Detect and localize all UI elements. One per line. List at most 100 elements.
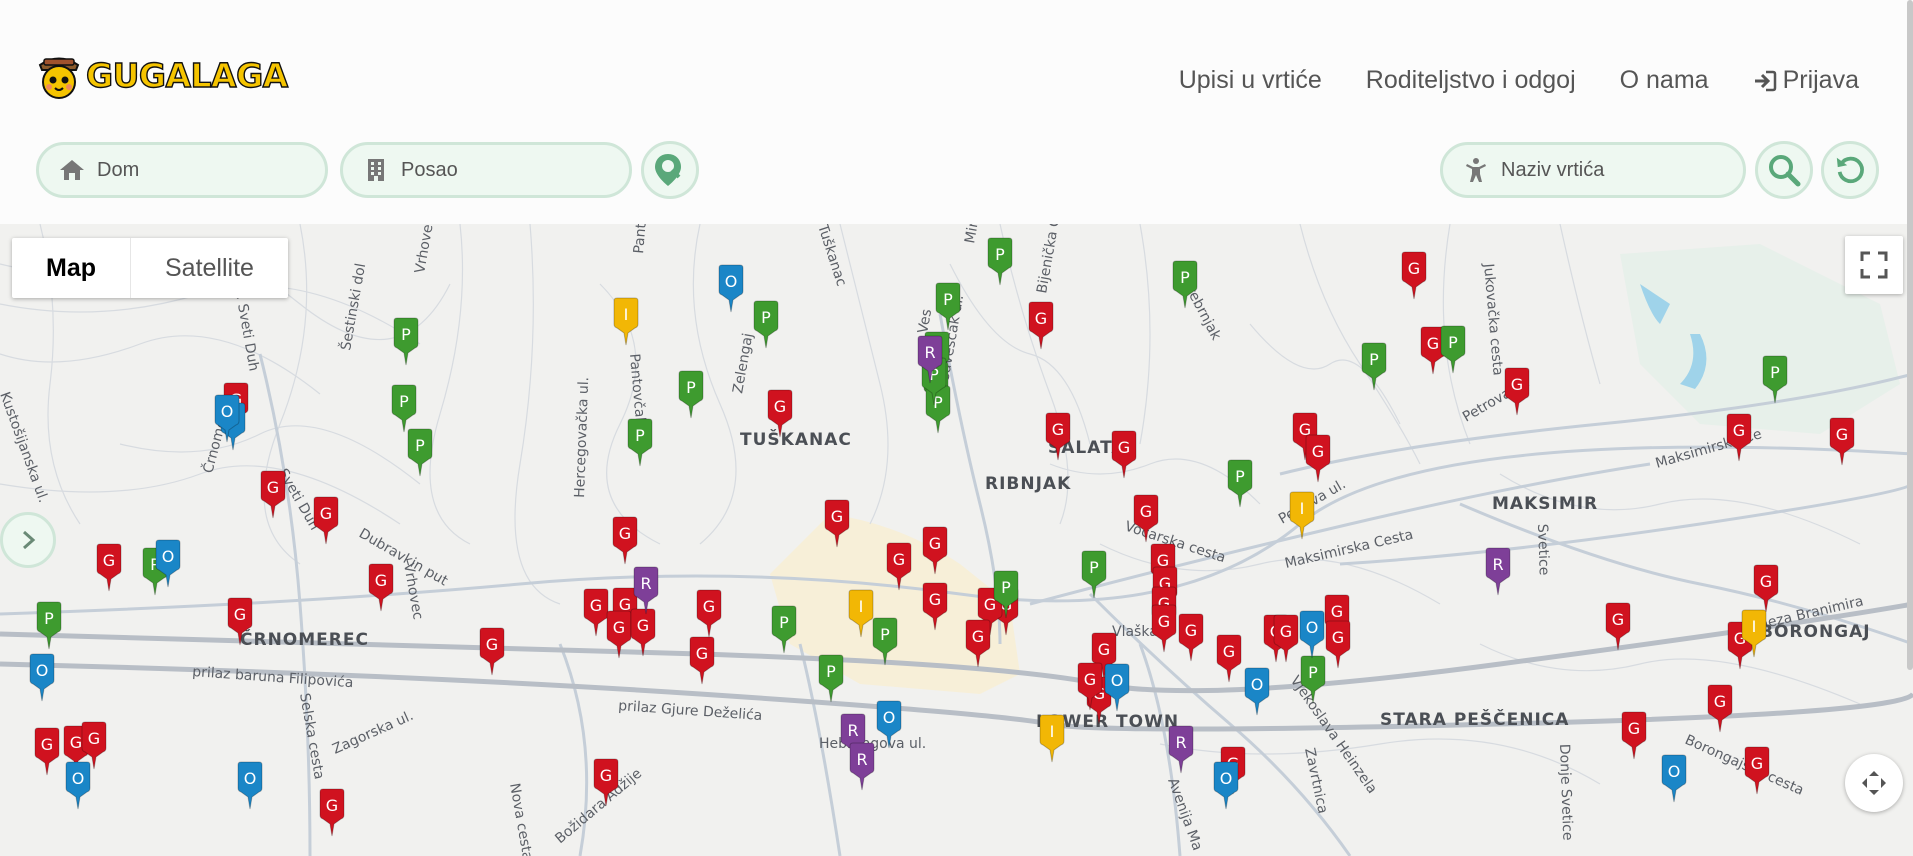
map-marker-letter: P xyxy=(1089,558,1099,577)
map-marker-letter: G xyxy=(1185,621,1197,640)
map-marker-letter: G xyxy=(1331,602,1343,621)
sign-in-icon xyxy=(1753,70,1777,92)
map-marker-letter: G xyxy=(600,766,612,785)
map-marker-letter: G xyxy=(1760,572,1772,591)
map-marker-letter: O xyxy=(162,547,175,566)
map-marker-letter: O xyxy=(72,769,85,788)
map-marker-letter: G xyxy=(1628,719,1640,738)
page-scrollbar[interactable] xyxy=(1907,0,1913,670)
home-address-field[interactable] xyxy=(36,142,328,198)
logo[interactable]: GUGALAGA xyxy=(34,50,289,100)
map-area[interactable]: Maksimirska Ce Petrova ul. Petrova ul. V… xyxy=(0,224,1913,856)
map-marker-letter: G xyxy=(1084,670,1096,689)
map-pin-search-icon xyxy=(655,154,681,186)
map-marker-letter: G xyxy=(1035,309,1047,328)
nav-link-roditeljstvo[interactable]: Roditeljstvo i odgoj xyxy=(1366,66,1576,95)
search-button[interactable] xyxy=(1755,141,1813,199)
map-marker-letter: O xyxy=(725,272,738,291)
nav-link-prijava[interactable]: Prijava xyxy=(1753,66,1859,95)
nav-link-o-nama[interactable]: O nama xyxy=(1620,66,1709,95)
map-marker-letter: I xyxy=(624,305,629,324)
map-marker-letter: I xyxy=(1050,722,1055,741)
map-marker-letter: P xyxy=(44,609,54,628)
svg-text:Vlaška: Vlaška xyxy=(1112,624,1158,640)
map-marker-letter: O xyxy=(1111,671,1124,690)
map-marker-letter: G xyxy=(234,605,246,624)
site-header: GUGALAGA Upisi u vrtiće Roditeljstvo i o… xyxy=(0,0,1913,224)
map-type-control: Map Satellite xyxy=(12,238,288,298)
map-marker-letter: G xyxy=(831,507,843,526)
map-marker-letter: G xyxy=(1733,421,1745,440)
kindergarten-name-field[interactable] xyxy=(1440,142,1746,198)
map-marker-letter: P xyxy=(1235,467,1245,486)
building-icon xyxy=(363,157,389,183)
map-marker-letter: G xyxy=(1612,610,1624,629)
svg-text:TUŠKANAC: TUŠKANAC xyxy=(740,428,852,450)
map-marker-letter: P xyxy=(1448,333,1458,352)
map-marker-letter: G xyxy=(590,596,602,615)
map-marker-letter: O xyxy=(1251,675,1264,694)
map-marker-letter: G xyxy=(70,733,82,752)
map-marker-letter: G xyxy=(1223,642,1235,661)
map-marker-letter: G xyxy=(1714,692,1726,711)
map-marker-letter: G xyxy=(1158,612,1170,631)
map-marker-letter: P xyxy=(635,426,645,445)
map-marker-letter: G xyxy=(972,627,984,646)
main-nav: Upisi u vrtiće Roditeljstvo i odgoj O na… xyxy=(1179,66,1859,95)
map-marker-letter: G xyxy=(929,534,941,553)
map-marker-letter: G xyxy=(267,478,279,497)
map-marker-letter: G xyxy=(1052,420,1064,439)
nav-link-upisi[interactable]: Upisi u vrtiće xyxy=(1179,66,1322,95)
map-marker-letter: G xyxy=(696,644,708,663)
map-marker-letter: O xyxy=(1306,618,1319,637)
map-marker-letter: G xyxy=(637,616,649,635)
map-canvas: Maksimirska Ce Petrova ul. Petrova ul. V… xyxy=(0,224,1913,856)
nav-link-label: Roditeljstvo i odgoj xyxy=(1365,66,1576,94)
svg-text:MAKSIMIR: MAKSIMIR xyxy=(1492,494,1598,514)
map-marker-letter: G xyxy=(1408,259,1420,278)
work-address-field[interactable] xyxy=(340,142,632,198)
map-marker-letter: P xyxy=(779,613,789,632)
nav-link-label: O nama xyxy=(1619,66,1709,94)
fullscreen-icon xyxy=(1860,251,1888,279)
map-marker-letter: O xyxy=(221,402,234,421)
kindergarten-name-input[interactable] xyxy=(1499,157,1683,183)
reset-button[interactable] xyxy=(1821,141,1879,199)
reset-icon xyxy=(1836,156,1864,184)
fullscreen-button[interactable] xyxy=(1845,236,1903,294)
map-marker-letter: R xyxy=(640,574,651,593)
move-arrows-icon xyxy=(1862,771,1886,795)
map-marker-letter: P xyxy=(761,308,771,327)
map-marker-letter: G xyxy=(1118,438,1130,457)
locate-button[interactable] xyxy=(641,141,699,199)
map-marker-letter: G xyxy=(893,550,905,569)
map-marker-letter: O xyxy=(883,708,896,727)
map-marker-letter: O xyxy=(36,661,49,680)
svg-text:Svetice: Svetice xyxy=(1534,524,1552,576)
map-marker-letter: I xyxy=(859,597,864,616)
work-input[interactable] xyxy=(399,157,583,183)
map-marker-letter: O xyxy=(1220,769,1233,788)
map-marker-letter: P xyxy=(1770,363,1780,382)
map-marker-letter: G xyxy=(486,635,498,654)
map-marker-letter: O xyxy=(1668,762,1681,781)
map-marker-letter: G xyxy=(1312,442,1324,461)
map-marker-letter: G xyxy=(774,397,786,416)
chevron-right-icon xyxy=(23,530,36,550)
map-marker-letter: P xyxy=(1369,350,1379,369)
map-marker-letter: P xyxy=(686,378,696,397)
map-marker-letter: P xyxy=(1180,268,1190,287)
map-marker-letter: O xyxy=(244,769,257,788)
mascot-logo-icon xyxy=(38,57,80,99)
home-input[interactable] xyxy=(95,157,279,183)
svg-text:ČRNOMEREC: ČRNOMEREC xyxy=(240,628,369,650)
child-icon xyxy=(1463,157,1489,183)
map-type-satellite-button[interactable]: Satellite xyxy=(131,238,288,298)
map-type-map-button[interactable]: Map xyxy=(12,238,131,298)
pan-control-button[interactable] xyxy=(1845,754,1903,812)
map-marker-letter: R xyxy=(847,721,858,740)
map-marker-letter: G xyxy=(1836,425,1848,444)
map-marker-letter: G xyxy=(619,524,631,543)
map-marker-letter: G xyxy=(1280,622,1292,641)
side-panel-toggle[interactable] xyxy=(0,512,56,568)
